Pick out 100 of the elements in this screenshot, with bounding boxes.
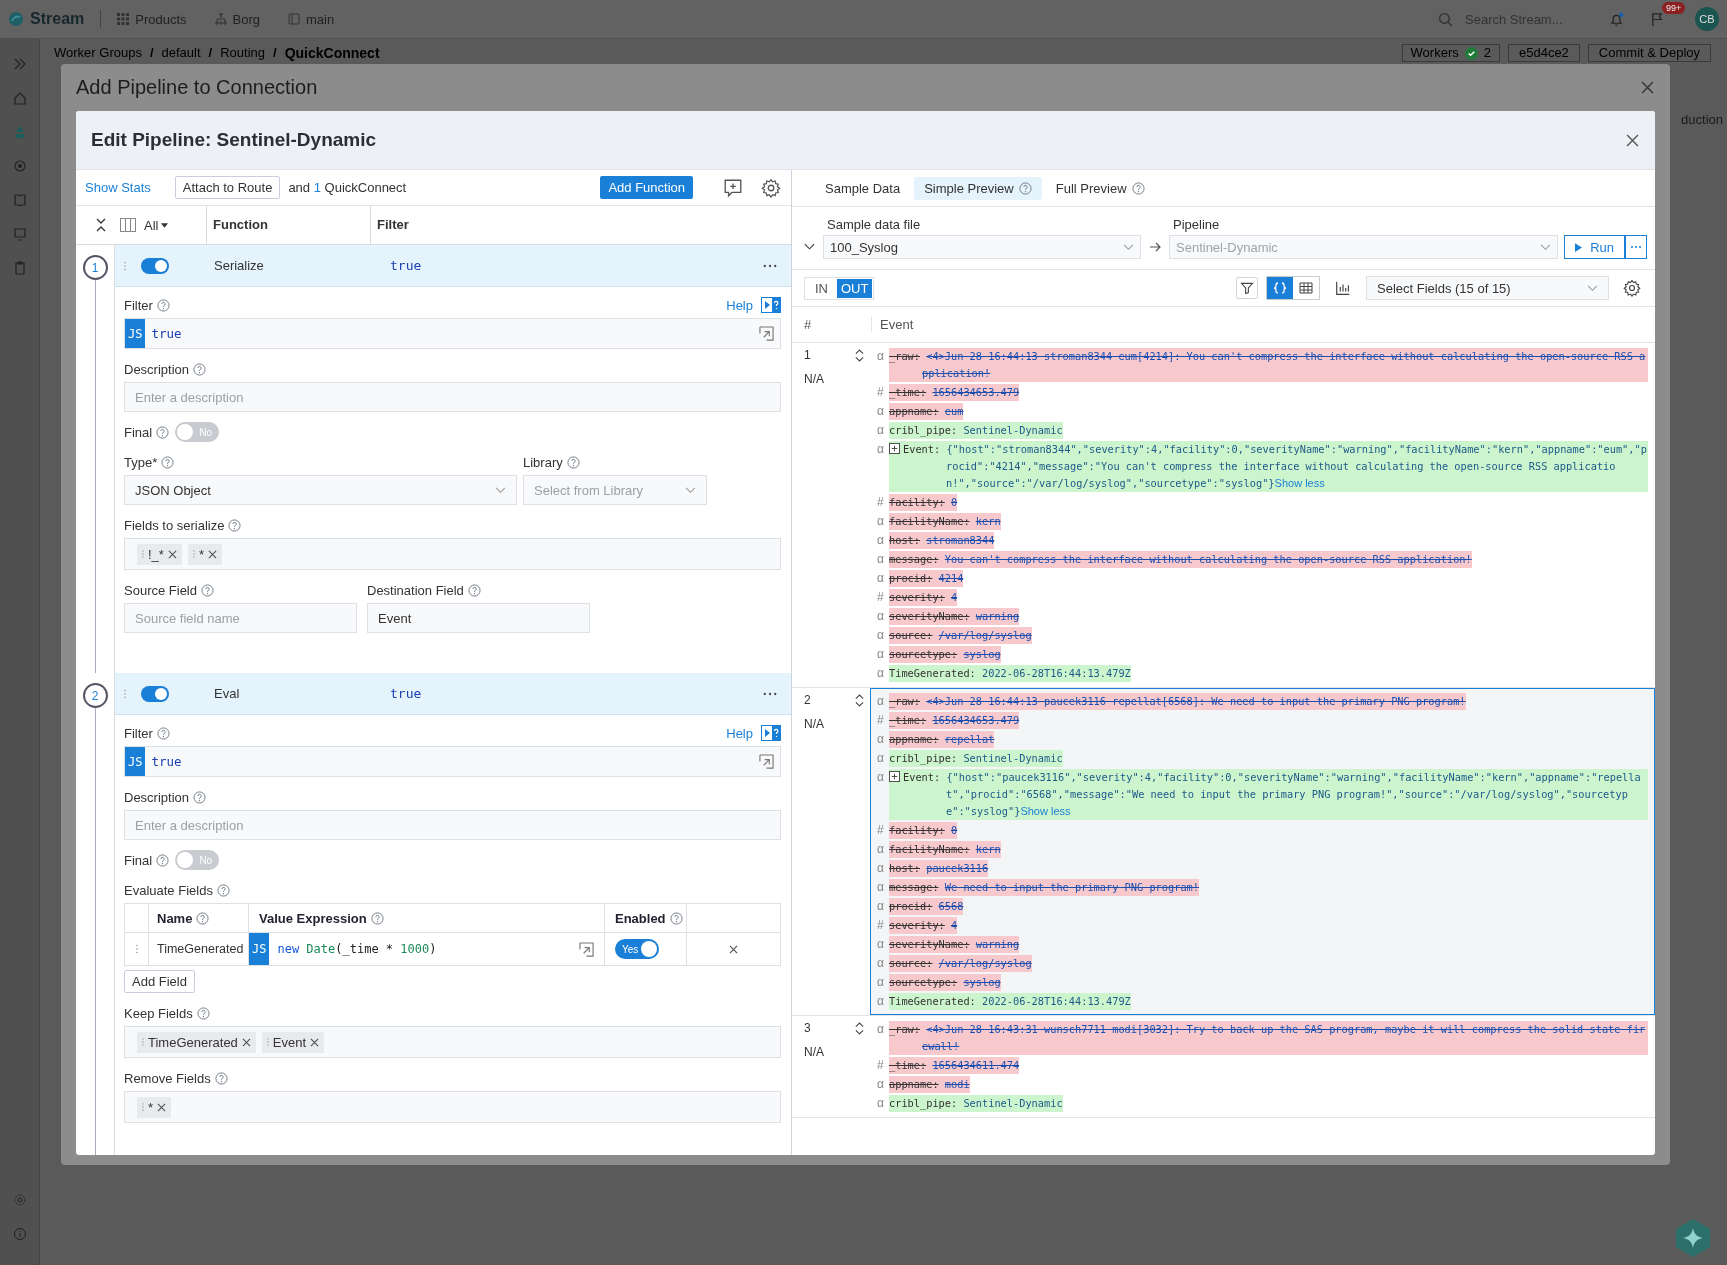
flag-icon[interactable]	[1650, 11, 1665, 27]
help-link[interactable]: Help	[726, 725, 753, 741]
more-icon[interactable]	[763, 263, 777, 268]
field-label: Description	[124, 789, 190, 805]
chart-icon[interactable]	[1334, 279, 1352, 297]
columns-icon[interactable]	[120, 218, 136, 232]
nav-item[interactable]: Products	[117, 11, 187, 27]
settings-icon[interactable]	[761, 177, 781, 198]
quickconnect-count-link[interactable]: 1	[313, 180, 321, 195]
remove-icon[interactable]	[729, 944, 738, 954]
chevron-down-icon	[1123, 243, 1134, 251]
show-less-link[interactable]: Show less	[1274, 477, 1325, 489]
expand-icon[interactable]	[889, 771, 900, 782]
description-field[interactable]: Enter a description	[124, 810, 781, 840]
tag-text: *	[148, 1099, 154, 1115]
enabled-toggle[interactable]: Yes	[615, 939, 659, 959]
show-less-link[interactable]: Show less	[1020, 805, 1071, 817]
help-icon	[228, 518, 242, 532]
help-panel-icon[interactable]	[761, 297, 781, 313]
js-badge: JS	[249, 933, 270, 965]
commit-deploy-button[interactable]: Commit & Deploy	[1587, 44, 1711, 62]
drag-handle-icon[interactable]	[134, 943, 139, 955]
tags-field[interactable]: TimeGenerated Event	[124, 1026, 781, 1058]
event-cell[interactable]	[870, 688, 1655, 1015]
enable-switch[interactable]	[141, 685, 169, 702]
text-field[interactable]: Source field name	[124, 603, 357, 633]
expand-collapse-icon[interactable]	[855, 1021, 864, 1035]
remove-icon[interactable]	[167, 549, 177, 559]
breadcrumb-item[interactable]: Routing	[220, 45, 265, 61]
type-symbol: α	[877, 693, 885, 710]
field-value: 6568	[938, 900, 964, 912]
clipboard-icon[interactable]	[12, 261, 27, 275]
more-icon[interactable]	[763, 691, 777, 696]
tags-field[interactable]: *	[124, 1091, 781, 1123]
settings-icon[interactable]	[1623, 279, 1641, 297]
in-out-toggle[interactable]: OUT	[837, 278, 873, 298]
remove-icon[interactable]	[310, 1037, 320, 1047]
nav-item[interactable]: main	[288, 11, 335, 27]
expand-collapse-icon[interactable]	[855, 348, 864, 362]
commit-selector[interactable]: e5d4ce2	[1507, 44, 1580, 62]
sample-file-select[interactable]: 100_Syslog	[823, 235, 1141, 259]
close-icon[interactable]	[1626, 133, 1639, 147]
remove-icon[interactable]	[157, 1102, 167, 1112]
json-view-icon[interactable]	[1267, 277, 1293, 299]
in-out-toggle[interactable]: IN	[806, 278, 837, 298]
field-key: _raw:	[889, 350, 920, 362]
field-key: cribl_pipe:	[889, 752, 958, 764]
breadcrumb-item[interactable]: Worker Groups	[54, 45, 142, 61]
close-icon[interactable]	[1641, 80, 1654, 94]
field-key: Event:	[903, 443, 941, 455]
preview-tab[interactable]: Full Preview	[1045, 176, 1155, 200]
caret-icon	[161, 222, 169, 228]
collapse-icon[interactable]	[804, 243, 815, 251]
preview-tab[interactable]: Sample Data	[815, 176, 911, 200]
filter-icon[interactable]	[1236, 277, 1258, 299]
run-button[interactable]: Run	[1564, 235, 1625, 259]
help-panel-icon[interactable]	[761, 725, 781, 741]
comment-add-icon[interactable]	[723, 177, 743, 198]
user-avatar[interactable]: CB	[1695, 7, 1719, 31]
field-select[interactable]: Select Fields (15 of 15)	[1366, 276, 1609, 300]
collapse-all-icon[interactable]	[96, 218, 106, 232]
remove-icon[interactable]	[207, 549, 217, 559]
add-function-button[interactable]: Add Function	[600, 176, 693, 199]
workers-status[interactable]: Workers 2	[1401, 44, 1500, 62]
function-row[interactable]: Serialize true	[115, 245, 791, 287]
filter-dropdown[interactable]: All	[144, 217, 206, 233]
type-symbol: α	[877, 422, 885, 439]
filter-field[interactable]: JS true	[124, 746, 781, 777]
field-value: paucek3116	[926, 862, 989, 874]
add-field-button[interactable]: Add Field	[124, 970, 195, 993]
expand-editor-icon[interactable]	[759, 326, 774, 341]
expand-collapse-icon[interactable]	[855, 693, 864, 707]
nav-item[interactable]: Borg	[214, 11, 261, 27]
expand-icon[interactable]	[889, 443, 900, 454]
select-value: Select Fields (15 of 15)	[1377, 280, 1511, 296]
remove-icon[interactable]	[241, 1037, 251, 1047]
tags-field[interactable]: !_* *	[124, 538, 781, 570]
attach-route-button[interactable]: Attach to Route	[174, 176, 281, 199]
function-row[interactable]: Eval true	[115, 673, 791, 715]
select-field[interactable]: JSON Object	[124, 475, 517, 505]
chevron-down-icon	[685, 486, 696, 494]
code-text: true	[151, 326, 182, 341]
select-field[interactable]: Select from Library	[523, 475, 707, 505]
field-value: /var/log/syslog	[938, 957, 1032, 969]
preview-tab[interactable]: Simple Preview	[914, 176, 1042, 200]
filter-field[interactable]: JS true	[124, 318, 781, 349]
type-symbol: α	[877, 879, 885, 896]
enable-switch[interactable]	[141, 257, 169, 274]
more-icon[interactable]	[1625, 235, 1647, 259]
expand-editor-icon[interactable]	[759, 754, 774, 769]
assistant-icon[interactable]	[1673, 1218, 1713, 1258]
show-stats-link[interactable]: Show Stats	[85, 180, 151, 195]
description-field[interactable]: Enter a description	[124, 382, 781, 412]
text-field[interactable]: Event	[367, 603, 590, 633]
expand-editor-icon[interactable]	[579, 941, 594, 957]
bell-icon[interactable]	[1609, 11, 1624, 27]
breadcrumb-item[interactable]: QuickConnect	[284, 45, 380, 61]
grid-icon	[117, 13, 130, 25]
help-link[interactable]: Help	[726, 297, 753, 313]
breadcrumb-item[interactable]: default	[161, 45, 201, 61]
